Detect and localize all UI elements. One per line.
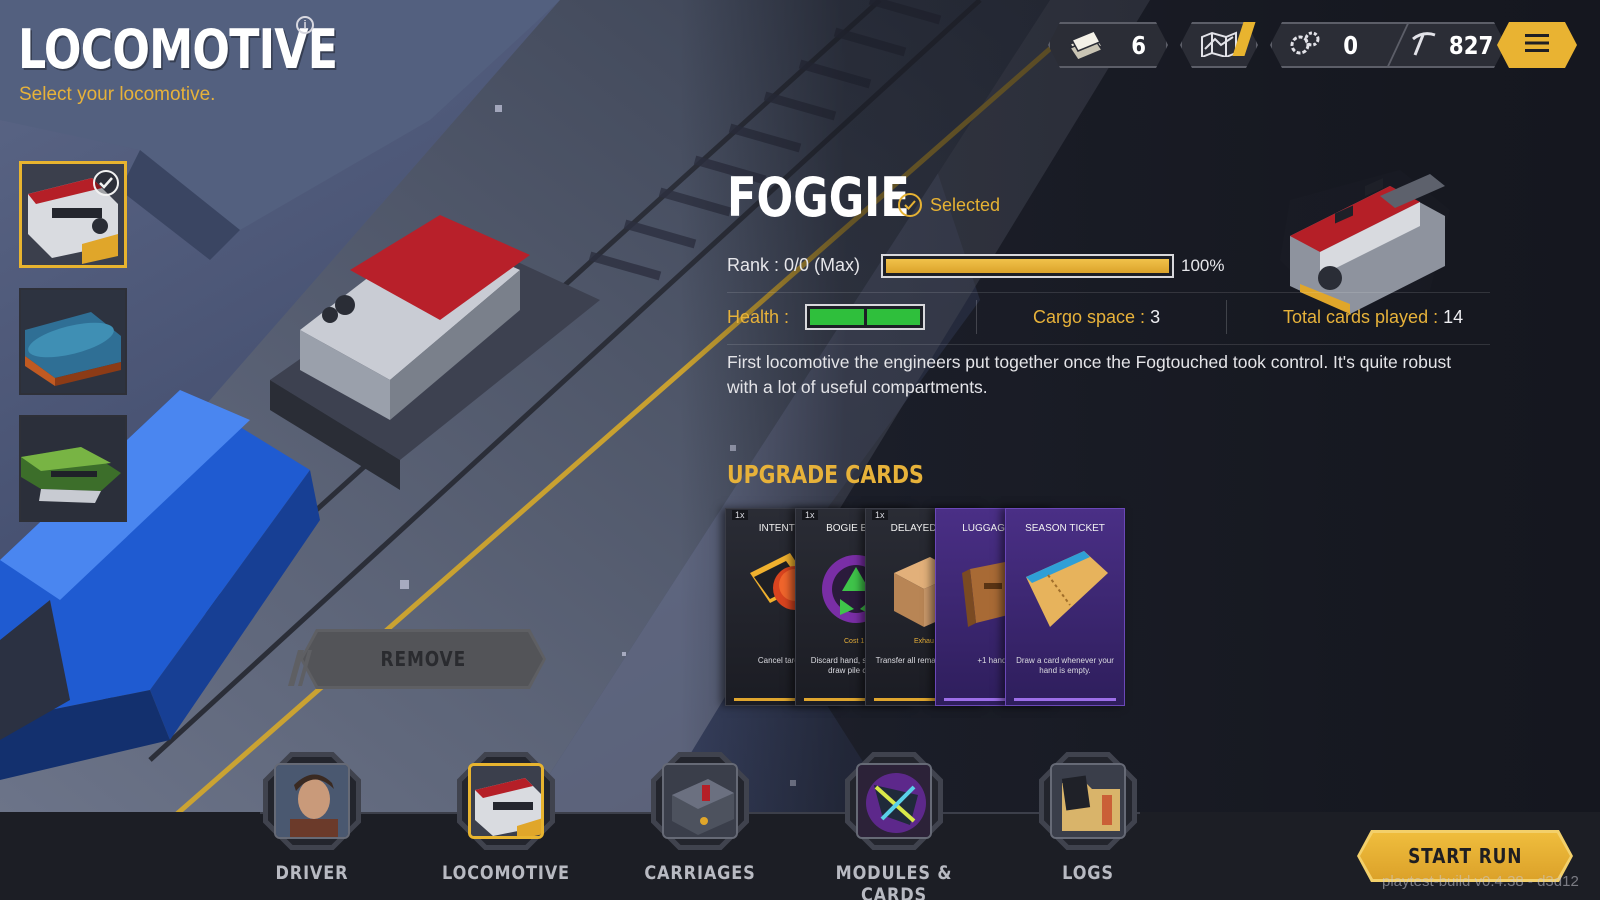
season-ticket-art-icon — [1026, 551, 1108, 627]
remove-button-label: REMOVE — [380, 647, 466, 671]
nav-carriages[interactable]: CARRIAGES — [620, 752, 780, 892]
total-cards-value: 14 — [1443, 307, 1464, 327]
steam-locomotive-image — [21, 290, 125, 393]
locomotive-thumb-steam[interactable] — [19, 288, 127, 395]
card-quantity: 1x — [872, 510, 888, 520]
selected-label: Selected — [930, 194, 1001, 215]
check-circle-icon — [898, 193, 922, 217]
card-stack-icon — [1066, 30, 1106, 60]
start-run-label: START RUN — [1407, 844, 1523, 868]
folder-icon — [1050, 763, 1126, 839]
page-title: LOCOMOTIVE — [18, 18, 338, 81]
cards-count: 6 — [1131, 30, 1147, 60]
nav-carriages-label: CARRIAGES — [644, 862, 756, 884]
pickaxe-icon — [1409, 29, 1439, 62]
build-version: playtest-build v0.4.38 - d3d12 — [1382, 873, 1579, 890]
nav-logs[interactable]: LOGS — [1008, 752, 1168, 892]
locomotive-thumb-foggie[interactable] — [19, 161, 127, 268]
upgrade-card[interactable]: SEASON TICKET Draw a card whenever your … — [1005, 508, 1125, 706]
cards-resource[interactable]: 6 — [1048, 22, 1168, 68]
selected-badge: Selected — [898, 193, 1000, 217]
page-subtitle: Select your locomotive. — [19, 84, 216, 105]
carriage-icon — [662, 763, 738, 839]
upgrade-cards-heading: UPGRADE CARDS — [727, 460, 924, 489]
modules-cards-icon — [856, 763, 932, 839]
card-quantity: 1x — [732, 510, 748, 520]
card-quantity: 1x — [802, 510, 818, 520]
health-bar — [805, 304, 925, 330]
card-cost-line: Exhau — [914, 638, 934, 645]
locomotive-nav-icon — [468, 763, 544, 839]
card-title: SEASON TICKET — [1025, 523, 1105, 534]
total-cards-played: Total cards played : 14 — [1283, 307, 1463, 328]
stats-divider-top — [727, 292, 1490, 293]
selected-check-icon — [93, 170, 119, 196]
remove-button[interactable]: REMOVE — [303, 632, 543, 686]
bullet-locomotive-image — [21, 417, 125, 520]
nav-driver[interactable]: DRIVER — [232, 752, 392, 892]
rank-progress-fill — [886, 259, 1169, 273]
nav-modules-cards-label: MODULES & CARDS — [835, 862, 953, 900]
stats-divider-bottom — [727, 344, 1490, 345]
locomotive-thumb-bullet[interactable] — [19, 415, 127, 522]
card-cost-line: Cost 1 — [844, 638, 865, 645]
pick-count: 827 — [1449, 30, 1494, 60]
rank-progress-bar — [881, 254, 1174, 278]
health-segment — [810, 309, 864, 325]
cargo-space: Cargo space : 3 — [1033, 307, 1160, 328]
stat-divider — [976, 300, 977, 334]
rank-label: Rank : 0/0 (Max) — [727, 255, 861, 275]
chevrons-left-icon — [288, 650, 312, 691]
nav-modules-cards[interactable]: MODULES & CARDS — [814, 752, 974, 900]
card-description: Draw a card whenever your hand is empty. — [1016, 656, 1114, 675]
health-segment — [866, 309, 920, 325]
locomotive-preview-image — [1290, 174, 1445, 314]
nav-driver-label: DRIVER — [275, 862, 349, 884]
driver-portrait-icon — [274, 763, 350, 839]
currency-bar: 0 827 — [1270, 22, 1506, 68]
gears-icon — [1288, 29, 1322, 62]
map-icon — [1199, 29, 1239, 62]
hamburger-icon — [1525, 33, 1549, 58]
cargo-space-label: Cargo space : — [1033, 307, 1146, 327]
currency-divider — [1387, 22, 1410, 68]
nav-locomotive-label: LOCOMOTIVE — [442, 862, 570, 884]
rank-percent: 100% — [1181, 256, 1225, 275]
total-cards-label: Total cards played : — [1283, 307, 1439, 327]
locomotive-name: FOGGIE — [727, 166, 910, 229]
menu-button[interactable] — [1497, 22, 1577, 68]
stat-divider — [1226, 300, 1227, 334]
locomotive-description: First locomotive the engineers put toget… — [727, 352, 1452, 397]
health-label: Health : — [727, 307, 790, 327]
card-rarity-line — [1014, 698, 1116, 701]
nav-logs-label: LOGS — [1062, 862, 1114, 884]
gears-count: 0 — [1343, 30, 1359, 60]
nav-locomotive[interactable]: LOCOMOTIVE — [426, 752, 586, 892]
info-icon[interactable]: i — [296, 16, 314, 34]
cargo-space-value: 3 — [1150, 307, 1161, 327]
